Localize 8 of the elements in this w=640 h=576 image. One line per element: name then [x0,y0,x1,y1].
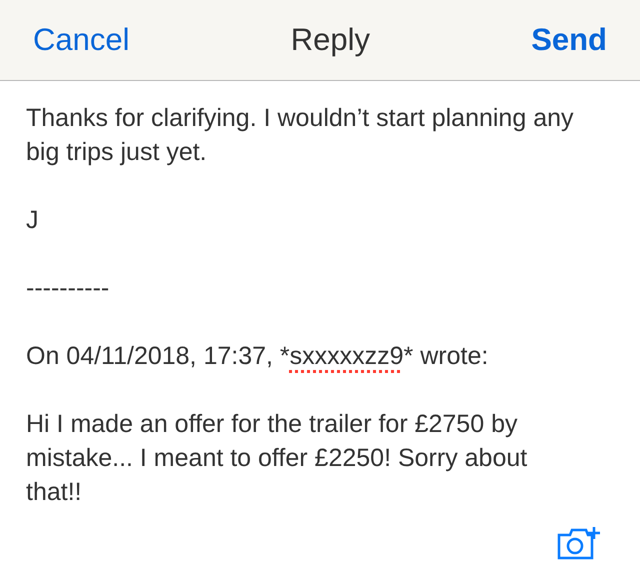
body-text: ---------- [26,273,110,304]
send-button[interactable]: Send [531,16,607,64]
body-text: Hi I made an offer for the trailer for £2750 by mistake... I meant to offer £2250! Sorry about that!! [26,409,528,508]
body-text: Thanks for clarifying. I wouldn’t start planning any big trips just yet. [26,103,574,168]
quote-header: On 04/11/2018, 17:37, *sxxxxxzz9* wrote: [26,341,490,372]
cancel-button[interactable]: Cancel [33,16,130,64]
body-text: J [26,205,40,236]
window-title: Reply [290,20,370,59]
